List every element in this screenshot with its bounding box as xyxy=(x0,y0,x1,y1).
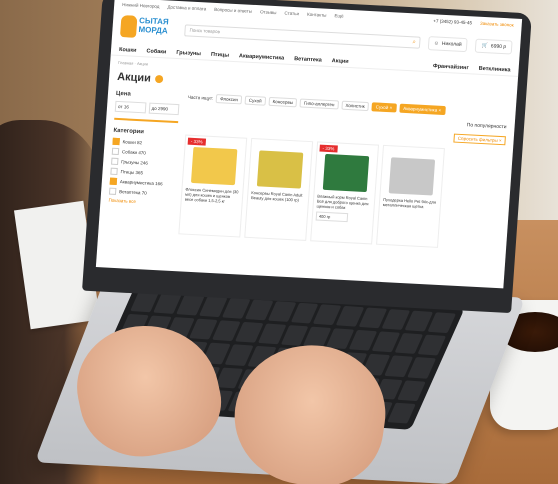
cart-button[interactable]: 🛒 6990 р xyxy=(475,38,513,55)
scene: Нижний Новгород Доставка и оплата Вопрос… xyxy=(0,0,558,484)
search-input[interactable]: Поиск товаров ⌕ xyxy=(184,24,421,49)
product-name[interactable]: Консервы Royal Canin Adult Beauty для ко… xyxy=(251,190,306,203)
search-icon[interactable]: ⌕ xyxy=(412,39,416,46)
product-name[interactable]: Влажный корм Royal Canin Всё для доброго… xyxy=(316,194,371,212)
product-card[interactable]: - 33% Влажный корм Royal Canin Всё для д… xyxy=(310,141,380,245)
filter-chip[interactable]: Консервы xyxy=(268,96,298,108)
filter-chip[interactable]: Флоксин xyxy=(215,94,243,105)
sale-badge: - 33% xyxy=(187,137,206,146)
callback-link[interactable]: Заказать звонок xyxy=(480,21,514,28)
filter-chip[interactable]: Гипо-аллерген xyxy=(299,98,339,110)
filter-chip[interactable]: Холистик xyxy=(341,100,370,112)
active-filter-chip[interactable]: Сухой × xyxy=(371,102,397,113)
nav-item-cats[interactable]: Кошки xyxy=(119,47,137,54)
nav-item-vet[interactable]: Ветаптека xyxy=(294,56,322,63)
product-image[interactable] xyxy=(322,153,370,193)
reset-filters-button[interactable]: Сбросить фильтры × xyxy=(453,133,506,146)
top-link[interactable]: Вопросы и ответы xyxy=(214,7,252,14)
product-name[interactable]: Пуходерка Hello Pet 94х-для металлическа… xyxy=(383,197,438,210)
user-icon: ☺ xyxy=(433,40,440,47)
product-card[interactable]: Консервы Royal Canin Adult Beauty для ко… xyxy=(244,137,314,241)
sale-badge: - 33% xyxy=(319,144,338,153)
laptop-screen: Нижний Новгород Доставка и оплата Вопрос… xyxy=(95,0,523,289)
user-button[interactable]: ☺ Николай xyxy=(427,36,469,53)
price-to-input[interactable]: до 2990 xyxy=(148,102,180,116)
keyboard-key xyxy=(427,312,457,334)
top-link[interactable]: Контакты xyxy=(307,12,327,18)
show-all-link[interactable]: Показать все xyxy=(108,198,172,206)
category-checkbox[interactable]: Аквариумистика 166 xyxy=(109,177,174,188)
nav-item-rodents[interactable]: Грызуны xyxy=(176,50,201,57)
filter-chip[interactable]: Сухой xyxy=(244,95,266,106)
top-link[interactable]: Отзывы xyxy=(260,9,277,15)
dog-logo-icon xyxy=(119,15,138,38)
categories-title[interactable]: Категории xyxy=(113,128,177,137)
product-card[interactable]: Пуходерка Hello Pet 94х-для металлическа… xyxy=(376,144,445,248)
nav-item-franchise[interactable]: Франчайзинг xyxy=(433,63,469,71)
category-checkbox[interactable]: Собаки 470 xyxy=(111,147,176,158)
city-selector[interactable]: Нижний Новгород xyxy=(122,2,160,9)
nav-item-clinic[interactable]: Ветклиника xyxy=(478,66,510,74)
price-filter-title[interactable]: Цена xyxy=(116,91,180,100)
cart-icon: 🛒 xyxy=(481,42,489,50)
product-image[interactable] xyxy=(388,157,436,196)
top-link[interactable]: Ещё xyxy=(334,13,344,18)
nav-item-aquarium[interactable]: Аквариумистика xyxy=(239,53,285,61)
nav-item-sales[interactable]: Акции xyxy=(331,58,348,65)
logo-text: СЫТАЯ МОРДА xyxy=(138,15,169,36)
logo[interactable]: СЫТАЯ МОРДА xyxy=(119,11,178,46)
product-image[interactable] xyxy=(256,150,304,189)
content: Цена от 16 до 2990 Категории Кошки 82 Со… xyxy=(98,84,516,255)
product-image[interactable] xyxy=(190,146,238,186)
category-checkbox[interactable]: Кошки 82 xyxy=(112,137,176,148)
nav-item-dogs[interactable]: Собаки xyxy=(146,48,166,55)
percent-icon xyxy=(154,74,164,84)
product-name[interactable]: Флоксин Синемидин для (30 мл) для кошек … xyxy=(185,187,240,205)
top-link[interactable]: Статьи xyxy=(284,11,299,17)
category-checkbox[interactable]: Грызуны 246 xyxy=(111,157,175,168)
keyboard-key xyxy=(417,334,447,356)
main-content: Часто ищут: Флоксин Сухой Консервы Гипо-… xyxy=(178,93,507,251)
filter-sidebar: Цена от 16 до 2990 Категории Кошки 82 Со… xyxy=(106,89,180,234)
category-checkbox[interactable]: Ветаптека 70 xyxy=(108,187,173,198)
sort-dropdown[interactable]: По популярности xyxy=(467,122,507,130)
filters-label: Часто ищут: xyxy=(187,94,214,101)
top-link[interactable]: Доставка и оплата xyxy=(167,4,206,11)
price-slider[interactable] xyxy=(114,117,179,124)
active-filter-chip[interactable]: Аквариумистика × xyxy=(398,103,446,116)
category-checkbox[interactable]: Птицы 365 xyxy=(110,167,174,178)
keyboard-key xyxy=(387,402,416,424)
keyboard-key xyxy=(397,379,426,401)
price-from-input[interactable]: от 16 xyxy=(114,100,146,114)
weight-select[interactable]: 400 гр xyxy=(315,211,349,223)
phone-number[interactable]: +7 (3452) 93-45-45 xyxy=(433,18,472,25)
product-card[interactable]: - 33% Флоксин Синемидин для (30 мл) для … xyxy=(178,134,248,238)
keyboard-key xyxy=(407,357,436,379)
nav-item-birds[interactable]: Птицы xyxy=(211,52,230,59)
product-list: - 33% Флоксин Синемидин для (30 мл) для … xyxy=(178,134,505,252)
